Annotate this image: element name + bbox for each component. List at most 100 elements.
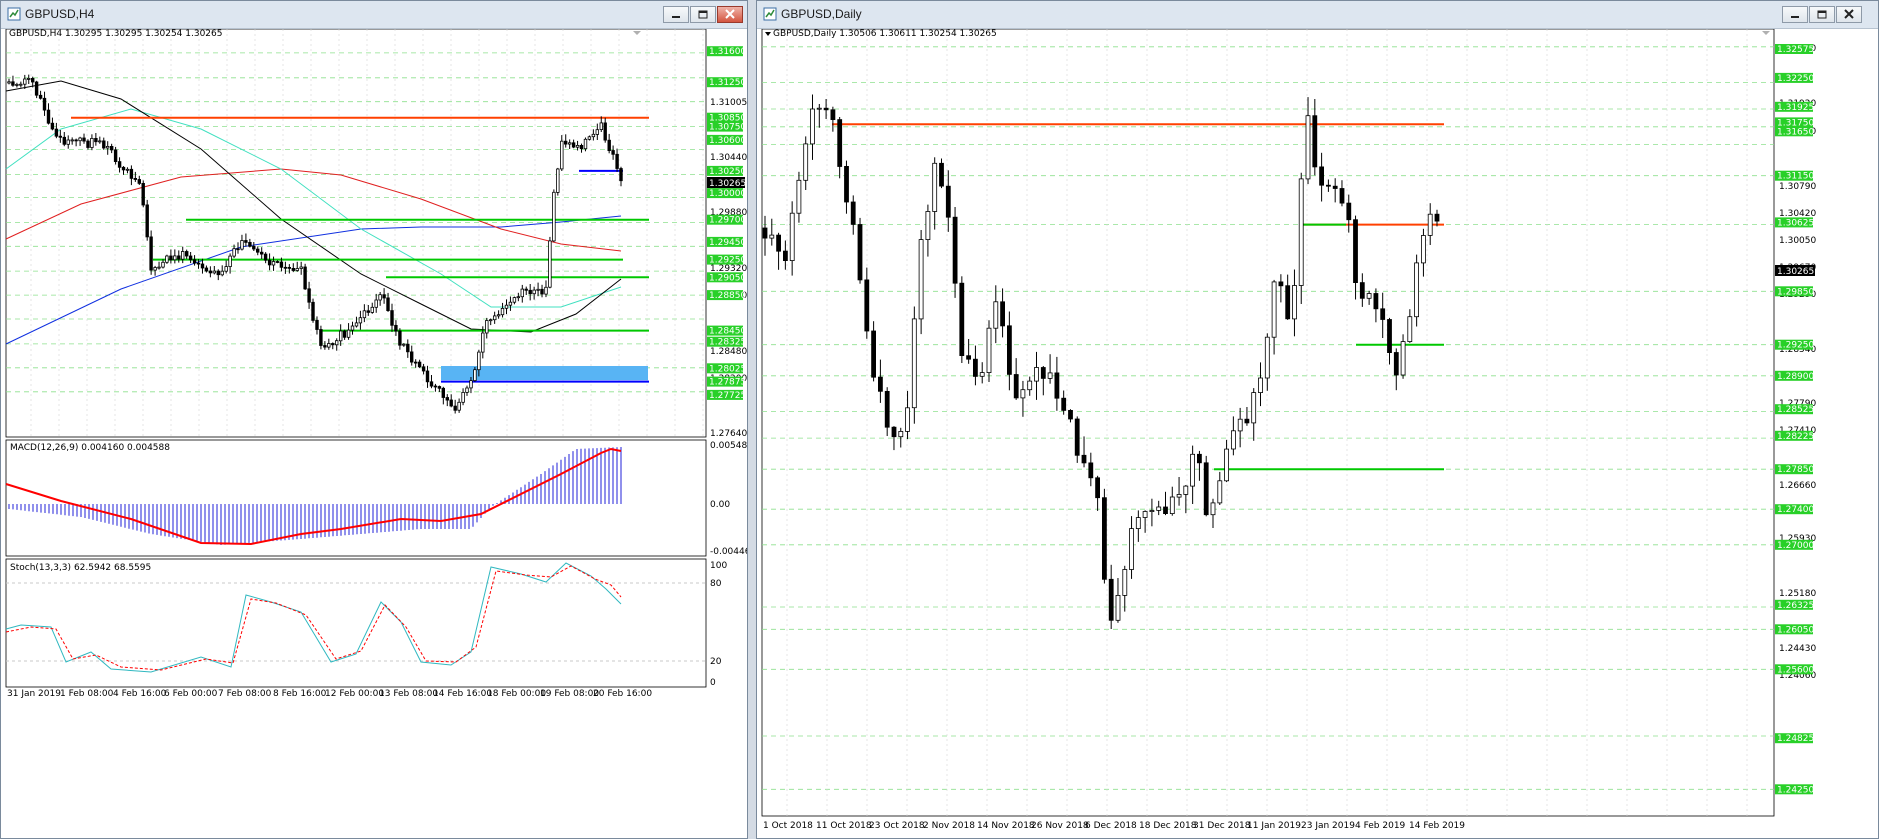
h4-candle — [62, 136, 66, 145]
macd-values: 0.004160 0.004588 — [81, 443, 170, 453]
h4-time-tick: 12 Feb 00:00 — [325, 689, 384, 699]
h4-candle — [477, 351, 481, 371]
h4-candle — [473, 369, 477, 382]
daily-candle — [1278, 281, 1284, 287]
h4-candle — [619, 168, 623, 182]
daily-candle — [837, 119, 843, 167]
maximize-button[interactable] — [690, 6, 716, 23]
h4-chart-window[interactable]: GBPUSD,H4 GBPUSD,H4 1.30295 1.30295 1.30… — [0, 0, 748, 839]
h4-time-tick: 19 Feb 08:00 — [540, 689, 599, 699]
minimize-button[interactable] — [1782, 6, 1808, 23]
daily-candle — [1169, 496, 1175, 515]
h4-candle — [252, 245, 256, 250]
h4-candle — [30, 78, 35, 83]
h4-candle — [192, 259, 197, 264]
daily-time-axis: 1 Oct 2018 11 Oct 201823 Oct 20182 Nov 20… — [763, 821, 1465, 831]
h4-candle — [366, 310, 370, 313]
h4-candle — [232, 248, 236, 257]
daily-candle — [1047, 372, 1053, 379]
daily-candle — [1285, 285, 1291, 320]
close-button[interactable] — [717, 6, 743, 23]
h4-candle — [86, 140, 90, 148]
daily-candle — [789, 212, 795, 261]
daily-candle — [898, 430, 904, 438]
h4-candle — [263, 253, 268, 261]
daily-chart-window[interactable]: GBPUSD,Daily GBPUSD,Daily 1.30506 1.3061… — [756, 0, 1879, 839]
h4-candle — [117, 161, 122, 168]
h4-price-panel[interactable]: GBPUSD,H4 1.30295 1.30295 1.30254 1.3026… — [5, 29, 747, 439]
daily-current-price: 1.30265 — [1777, 267, 1814, 277]
h4-title-bar[interactable]: GBPUSD,H4 — [1, 1, 747, 29]
h4-level-text: 1.29050 — [709, 273, 746, 283]
daily-candle — [1251, 392, 1257, 424]
h4-macd-panel[interactable]: MACD(12,26,9) 0.004160 0.004588 0.005482… — [5, 439, 747, 557]
daily-candle — [1292, 285, 1297, 320]
h4-candle — [212, 270, 216, 274]
daily-candle — [1339, 188, 1345, 204]
h4-candle — [287, 266, 291, 269]
h4-chart[interactable]: GBPUSD,H4 1.30295 1.30295 1.30254 1.3026… — [1, 29, 747, 839]
daily-level-text: 1.30625 — [1777, 218, 1814, 228]
h4-time-tick: 20 Feb 16:00 — [593, 689, 652, 699]
daily-level-text: 1.27000 — [1777, 541, 1814, 551]
h4-candle — [244, 240, 248, 243]
daily-candle — [1081, 454, 1087, 464]
daily-candle — [1387, 319, 1392, 353]
h4-candle — [579, 145, 584, 150]
daily-candle — [850, 201, 856, 225]
close-button[interactable] — [1836, 6, 1862, 23]
h4-level-text: 1.29250 — [709, 256, 746, 266]
h4-candle — [461, 391, 465, 403]
daily-candle — [1319, 166, 1324, 186]
daily-candle — [769, 234, 775, 239]
maximize-button[interactable] — [1809, 6, 1835, 23]
h4-price-tick: 1.28480 — [710, 347, 747, 357]
h4-candle — [180, 251, 185, 260]
daily-level-text: 1.27400 — [1777, 505, 1814, 515]
daily-candle — [1217, 480, 1223, 504]
daily-candle — [1393, 352, 1399, 376]
minimize-button[interactable] — [663, 6, 689, 23]
h4-candle — [552, 191, 556, 242]
h4-candle — [425, 370, 430, 383]
h4-candle — [512, 297, 517, 303]
h4-time-tick: 1 Feb 08:00 — [60, 689, 114, 699]
daily-level-text: 1.32575 — [1777, 45, 1814, 55]
daily-title-bar[interactable]: GBPUSD,Daily — [757, 1, 1878, 29]
daily-level-text: 1.26325 — [1777, 601, 1814, 611]
h4-candle — [50, 122, 55, 130]
daily-chart[interactable]: GBPUSD,Daily 1.30506 1.30611 1.30254 1.3… — [757, 29, 1878, 839]
daily-price-tick: 1.30790 — [1779, 182, 1816, 192]
h4-stoch-panel[interactable]: Stoch(13,3,3) 62.5942 68.5595 100 80 20 … — [5, 558, 727, 688]
h4-candle — [334, 340, 339, 346]
daily-candle — [878, 376, 883, 392]
h4-candle — [453, 405, 457, 411]
daily-candle — [918, 239, 924, 320]
daily-candle — [1190, 453, 1196, 487]
daily-time-tick: 23 Jan 2019 — [1301, 821, 1355, 831]
daily-candle — [932, 162, 938, 212]
h4-candle — [481, 332, 485, 353]
h4-candle — [386, 297, 390, 311]
daily-price-panel[interactable]: GBPUSD,Daily 1.30506 1.30611 1.30254 1.3… — [761, 29, 1816, 817]
h4-candle — [492, 315, 497, 321]
h4-candle — [19, 83, 23, 86]
h4-candle — [169, 255, 173, 261]
h4-candle — [291, 267, 295, 271]
h4-candle — [106, 146, 110, 149]
h4-candle — [524, 288, 528, 291]
daily-time-tick: 23 Oct 2018 — [869, 821, 925, 831]
daily-price-tick: 1.24430 — [1779, 644, 1816, 654]
h4-candle — [236, 248, 240, 251]
h4-candle — [394, 324, 398, 332]
daily-level-text: 1.28225 — [1777, 432, 1814, 442]
daily-candle — [986, 327, 992, 374]
daily-candle — [1366, 293, 1372, 299]
h4-candle — [485, 320, 489, 334]
h4-candle — [173, 255, 177, 261]
h4-candle — [323, 345, 327, 348]
h4-candle — [319, 329, 323, 346]
h4-level-text: 1.30000 — [709, 189, 746, 199]
daily-level-text: 1.32250 — [1777, 74, 1814, 84]
daily-candle — [1115, 595, 1121, 621]
